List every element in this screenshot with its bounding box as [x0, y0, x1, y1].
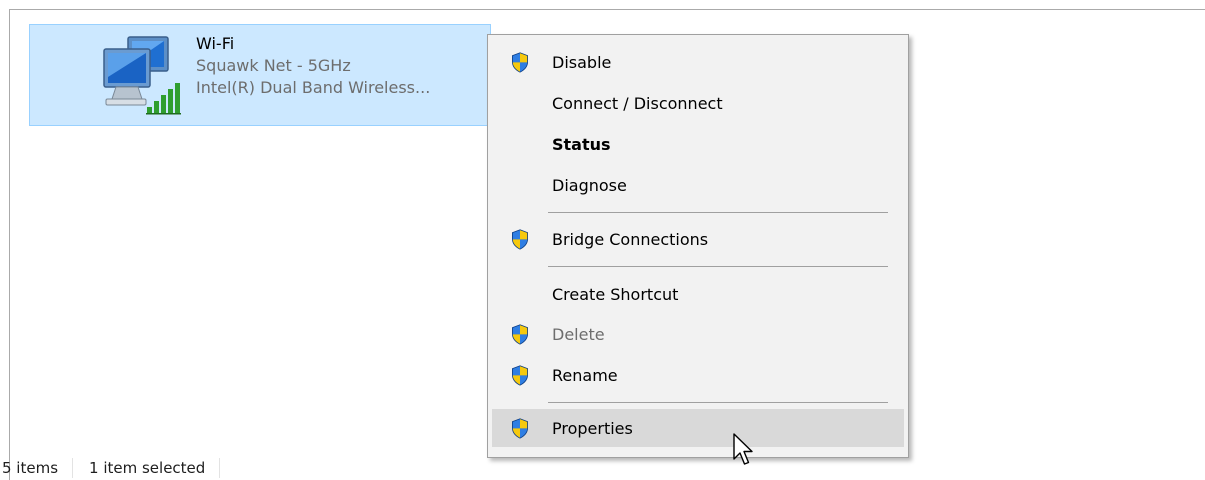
adapter-name: Wi-Fi: [196, 34, 235, 53]
menu-separator: [548, 402, 888, 403]
uac-shield-icon: [511, 52, 529, 73]
adapter-details: Wi-Fi Squawk Net - 5GHz Intel(R) Dual Ba…: [196, 33, 488, 99]
uac-shield-icon: [511, 418, 529, 439]
content-frame-top-edge: [9, 9, 1205, 10]
menu-item-delete[interactable]: Delete: [492, 315, 904, 353]
content-frame-left-edge: [9, 9, 10, 480]
menu-item-label: Bridge Connections: [552, 229, 709, 249]
menu-item-label: Status: [552, 134, 611, 154]
menu-item-label: Diagnose: [552, 175, 627, 195]
mouse-pointer-icon: [733, 433, 753, 465]
menu-item-label: Connect / Disconnect: [552, 93, 723, 113]
menu-item-label: Rename: [552, 365, 618, 385]
menu-item-status[interactable]: Status: [492, 125, 904, 163]
menu-item-label: Disable: [552, 52, 612, 72]
menu-item-disable[interactable]: Disable: [492, 43, 904, 81]
menu-item-label: Delete: [552, 324, 605, 344]
adapter-context-menu: Disable Connect / Disconnect Status Diag…: [487, 34, 909, 458]
uac-shield-icon: [511, 365, 529, 386]
status-divider: [72, 458, 74, 478]
status-selection-count: 1 item selected: [89, 459, 206, 477]
status-bar: 5 items 1 item selected: [0, 456, 234, 480]
menu-item-label: Create Shortcut: [552, 284, 679, 304]
adapter-network-name: Squawk Net - 5GHz: [196, 56, 351, 75]
menu-item-rename[interactable]: Rename: [492, 356, 904, 394]
menu-separator: [548, 266, 888, 267]
uac-shield-icon: [511, 324, 529, 345]
menu-item-bridge-connections[interactable]: Bridge Connections: [492, 220, 904, 258]
menu-item-create-shortcut[interactable]: Create Shortcut: [492, 275, 904, 313]
uac-shield-icon: [511, 229, 529, 250]
adapter-device-name: Intel(R) Dual Band Wireless...: [196, 78, 431, 97]
menu-item-connect-disconnect[interactable]: Connect / Disconnect: [492, 84, 904, 122]
menu-separator: [548, 212, 888, 213]
menu-item-diagnose[interactable]: Diagnose: [492, 166, 904, 204]
menu-item-label: Properties: [552, 418, 633, 438]
menu-item-properties[interactable]: Properties: [492, 409, 904, 447]
network-connections-window: Wi-Fi Squawk Net - 5GHz Intel(R) Dual Ba…: [0, 0, 1205, 480]
wifi-adapter-icon: [103, 36, 181, 115]
status-item-count: 5 items: [2, 459, 59, 477]
wifi-adapter-tile[interactable]: Wi-Fi Squawk Net - 5GHz Intel(R) Dual Ba…: [29, 24, 491, 126]
status-divider: [219, 458, 221, 478]
